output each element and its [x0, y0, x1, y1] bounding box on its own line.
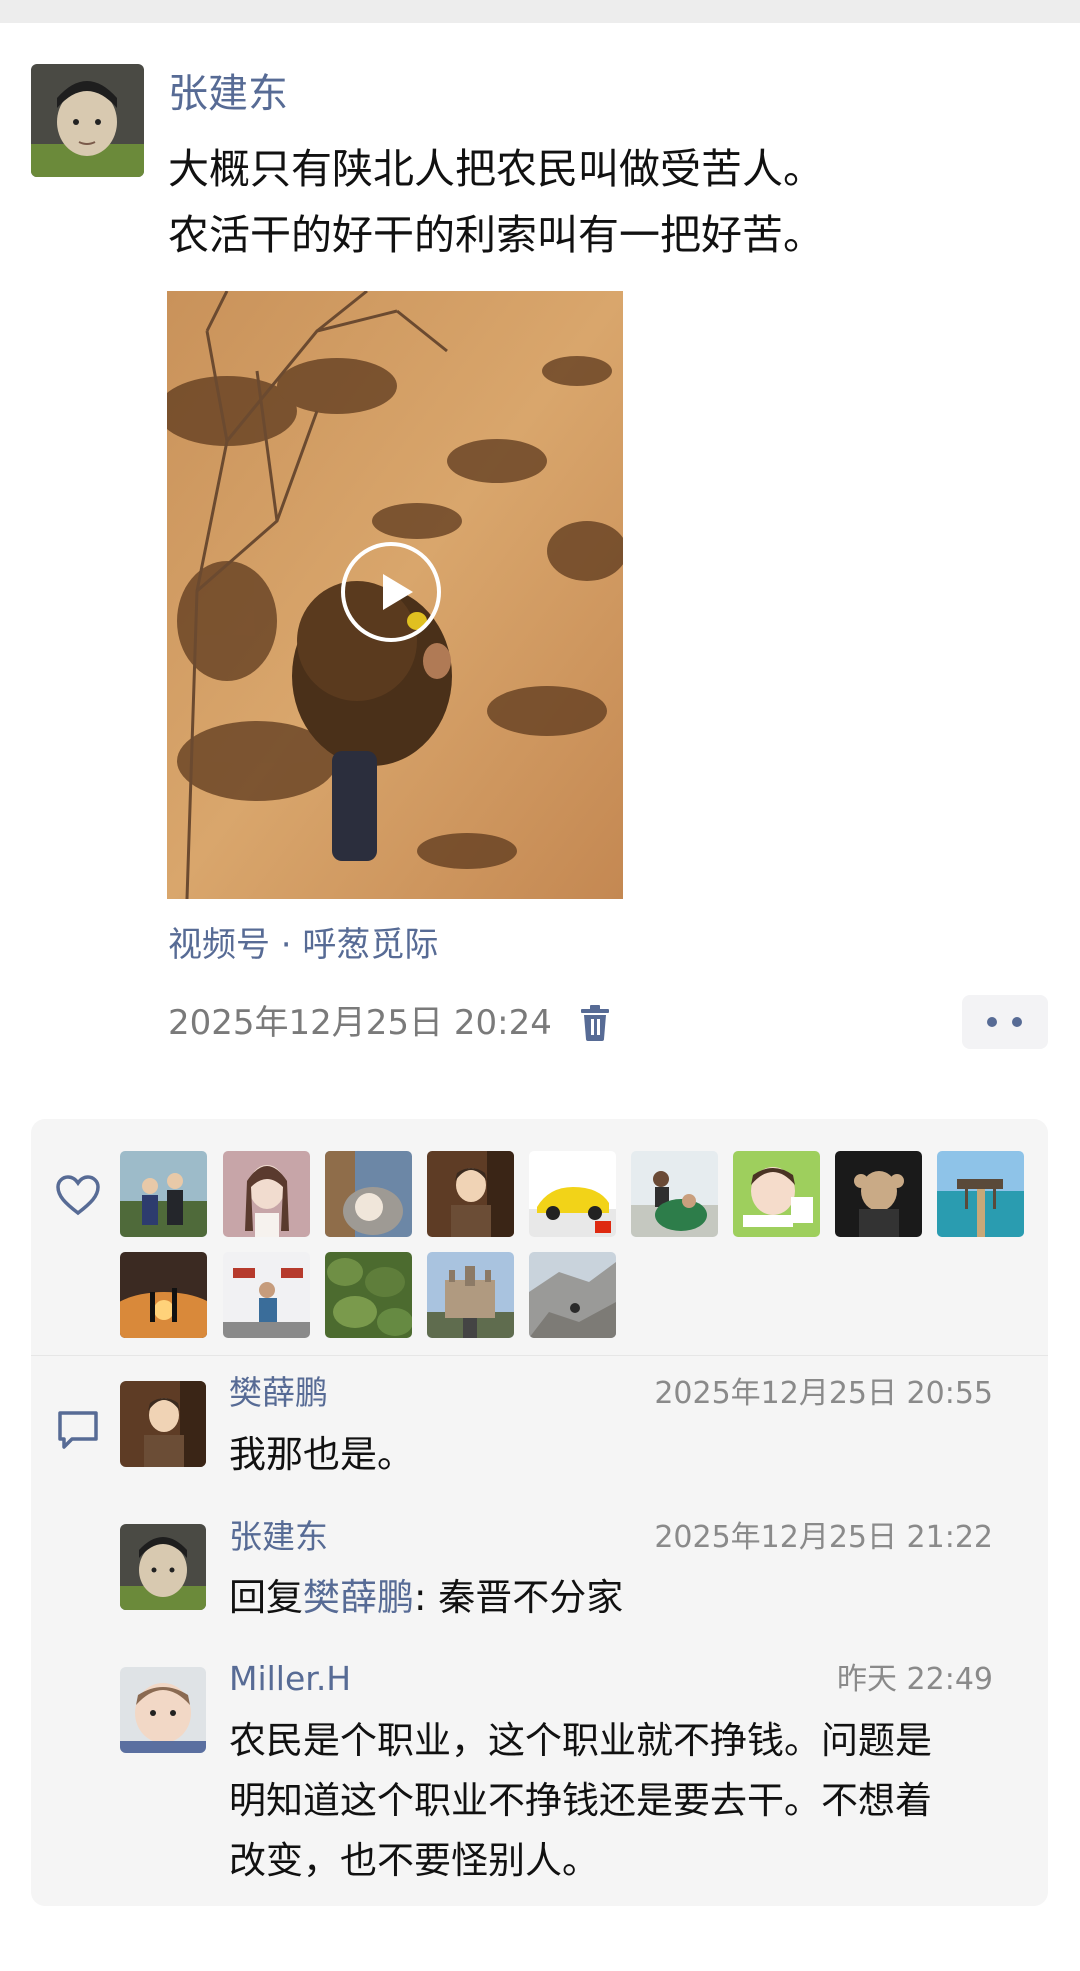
comment-avatar[interactable] — [120, 1667, 206, 1753]
comment-text-line: 农民是个职业，这个职业就不挣钱。问题是 — [229, 1719, 932, 1762]
more-dots-icon[interactable] — [962, 995, 1048, 1049]
like-avatar[interactable] — [631, 1151, 718, 1237]
likes-divider — [31, 1355, 1048, 1356]
comment-time: 2025年12月25日 20:55 — [654, 1376, 993, 1411]
post-text-line: 大概只有陕北人把农民叫做受苦人。 — [168, 145, 824, 193]
like-avatar[interactable] — [529, 1151, 616, 1237]
reply-body: : 秦晋不分家 — [414, 1576, 624, 1619]
comment-time: 2025年12月25日 21:22 — [654, 1520, 993, 1555]
interaction-panel: 樊薛鹏 2025年12月25日 20:55 我那也是。 张建东 2025年12月… — [31, 1119, 1048, 1906]
like-avatar[interactable] — [427, 1151, 514, 1237]
reply-prefix: 回复 — [229, 1576, 303, 1619]
post-text: 大概只有陕北人把农民叫做受苦人。 农活干的好干的利索叫有一把好苦。 — [168, 136, 1038, 268]
play-icon[interactable] — [341, 542, 441, 642]
like-avatar[interactable] — [835, 1151, 922, 1237]
like-avatar[interactable] — [223, 1252, 310, 1338]
status-strip — [0, 0, 1080, 23]
comment-text: 农民是个职业，这个职业就不挣钱。问题是 明知道这个职业不挣钱还是要去干。不想着 … — [229, 1711, 1009, 1891]
comment-text: 回复樊薛鹏: 秦晋不分家 — [229, 1568, 1009, 1628]
comment-time: 昨天 22:49 — [837, 1662, 993, 1697]
post-author-name[interactable]: 张建东 — [168, 66, 288, 122]
like-avatar[interactable] — [120, 1151, 207, 1237]
like-avatar[interactable] — [120, 1252, 207, 1338]
comment-author[interactable]: 樊薛鹏 — [229, 1371, 328, 1415]
like-avatar[interactable] — [733, 1151, 820, 1237]
like-avatar[interactable] — [937, 1151, 1024, 1237]
like-avatar[interactable] — [529, 1252, 616, 1338]
comment-author[interactable]: Miller.H — [229, 1657, 351, 1701]
comment-avatar[interactable] — [120, 1524, 206, 1610]
like-avatar[interactable] — [223, 1151, 310, 1237]
like-avatar[interactable] — [325, 1252, 412, 1338]
post-timestamp: 2025年12月25日 20:24 — [168, 1003, 552, 1043]
comment-icon — [58, 1411, 98, 1449]
video-thumbnail[interactable] — [167, 291, 623, 899]
heart-icon — [56, 1175, 100, 1216]
like-avatar[interactable] — [427, 1252, 514, 1338]
author-avatar[interactable] — [31, 64, 144, 177]
reply-target-name[interactable]: 樊薛鹏 — [303, 1576, 414, 1619]
video-source-link[interactable]: 视频号 · 呼葱觅际 — [168, 922, 438, 968]
trash-icon[interactable] — [579, 1005, 611, 1041]
comment-author[interactable]: 张建东 — [229, 1515, 328, 1559]
comment-text-line: 明知道这个职业不挣钱还是要去干。不想着 — [229, 1779, 932, 1822]
like-avatar[interactable] — [325, 1151, 412, 1237]
comment-text: 我那也是。 — [229, 1433, 414, 1476]
comment-avatar[interactable] — [120, 1381, 206, 1467]
post-text-line: 农活干的好干的利索叫有一把好苦。 — [168, 211, 824, 259]
comment-text-line: 改变，也不要怪别人。 — [229, 1839, 599, 1882]
